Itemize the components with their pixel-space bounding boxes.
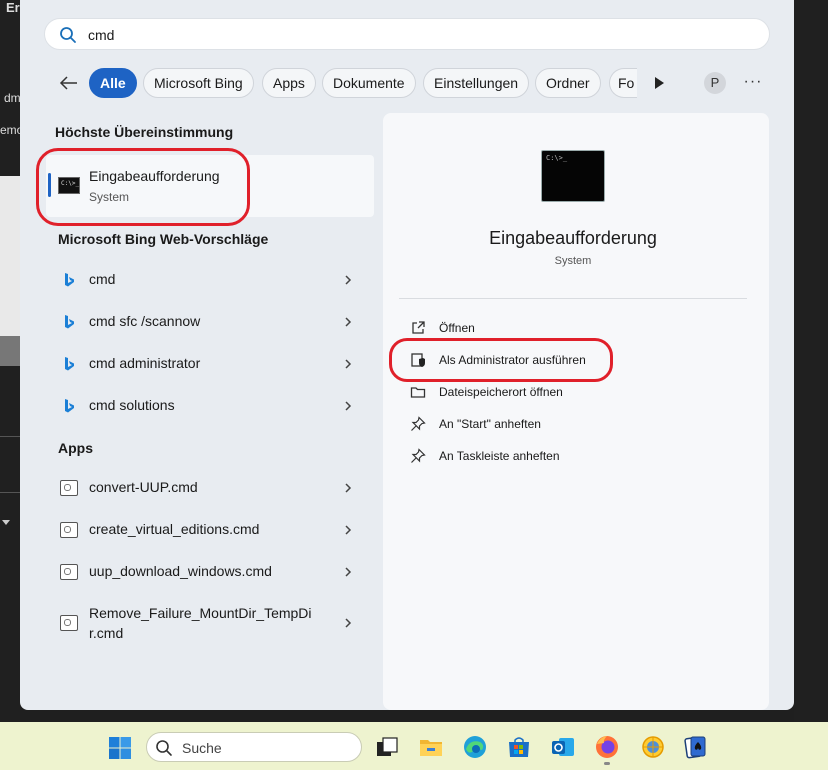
action-pin-to-taskbar[interactable]: An Taskleiste anheften <box>407 444 707 468</box>
annotation-highlight <box>389 338 613 382</box>
app-result-item[interactable]: Remove_Failure_MountDir_TempDi r.cmd <box>46 598 374 648</box>
tab-microsoft-bing[interactable]: Microsoft Bing <box>143 68 254 98</box>
bing-icon <box>65 399 74 413</box>
tab-apps[interactable]: Apps <box>262 68 316 98</box>
start-search-panel: cmd Alle Microsoft Bing Apps Dokumente E… <box>20 0 794 710</box>
running-indicator <box>604 762 610 765</box>
web-suggestion-item[interactable]: cmd <box>46 260 374 300</box>
bing-icon <box>65 357 74 371</box>
folder-icon <box>410 387 426 398</box>
outlook-icon[interactable] <box>550 734 576 760</box>
tab-dokumente[interactable]: Dokumente <box>322 68 416 98</box>
preview-pane: C:\>_ Eingabeaufforderung System Öffnen … <box>383 113 769 710</box>
taskbar: Suche <box>0 722 828 770</box>
background-title-fragment: Er <box>6 0 20 15</box>
annotation-highlight <box>36 148 250 226</box>
web-suggestion-item[interactable]: cmd sfc /scannow <box>46 302 374 342</box>
action-label: An "Start" anheften <box>439 417 541 431</box>
chevron-right-icon <box>345 401 352 411</box>
background-divider <box>0 492 20 493</box>
chevron-right-icon <box>345 317 352 327</box>
chevron-right-icon <box>345 275 352 285</box>
script-file-icon <box>60 564 78 580</box>
web-suggestion-label: cmd solutions <box>89 397 175 413</box>
taskbar-search[interactable]: Suche <box>146 732 362 762</box>
edge-icon[interactable] <box>462 734 488 760</box>
web-suggestions-heading: Microsoft Bing Web-Vorschläge <box>58 231 269 247</box>
search-value: cmd <box>88 27 115 43</box>
file-explorer-icon[interactable] <box>418 734 444 760</box>
bing-icon <box>65 315 74 329</box>
background-panel <box>0 336 20 366</box>
microsoft-store-icon[interactable] <box>506 734 532 760</box>
windows-start-icon[interactable] <box>108 736 132 760</box>
bing-icon <box>65 273 74 287</box>
action-pin-to-start[interactable]: An "Start" anheften <box>407 412 707 436</box>
solitaire-icon[interactable] <box>682 734 708 760</box>
terminal-icon-text: C:\>_ <box>546 154 568 162</box>
web-suggestion-label: cmd administrator <box>89 355 201 371</box>
preview-title: Eingabeaufforderung <box>489 228 657 248</box>
chevron-right-icon <box>345 618 352 628</box>
divider <box>399 298 747 299</box>
action-label: Öffnen <box>439 321 475 335</box>
action-open[interactable]: Öffnen <box>407 316 707 340</box>
apps-heading: Apps <box>58 440 93 456</box>
search-input[interactable]: cmd <box>44 18 770 50</box>
filter-bar: Alle Microsoft Bing Apps Dokumente Einst… <box>20 68 794 98</box>
open-external-icon <box>412 321 425 334</box>
pin-icon <box>411 448 426 463</box>
action-label: Dateispeicherort öffnen <box>439 385 563 399</box>
web-suggestion-label: cmd sfc /scannow <box>89 313 201 329</box>
taskbar-search-label: Suche <box>182 740 222 756</box>
chevron-right-icon <box>345 483 352 493</box>
chevron-right-icon <box>345 567 352 577</box>
script-file-icon <box>60 615 78 631</box>
pin-icon <box>411 416 426 431</box>
firefox-icon[interactable] <box>594 734 620 760</box>
preview-subtitle: System <box>554 255 592 267</box>
action-label: An Taskleiste anheften <box>439 449 560 463</box>
script-file-icon <box>60 522 78 538</box>
chevron-right-icon <box>345 525 352 535</box>
search-icon <box>156 740 172 756</box>
search-icon <box>60 27 76 43</box>
background-panel <box>0 176 20 336</box>
web-suggestion-label: cmd <box>89 271 116 287</box>
app-result-item[interactable]: convert-UUP.cmd <box>46 468 374 508</box>
app-result-label: uup_download_windows.cmd <box>89 563 272 579</box>
app-result-label-line2: r.cmd <box>89 625 124 641</box>
tab-einstellungen[interactable]: Einstellungen <box>423 68 530 98</box>
tab-alle[interactable]: Alle <box>89 68 137 98</box>
background-divider <box>0 436 20 437</box>
caret-down-icon <box>2 520 10 525</box>
more-options-icon[interactable]: ··· <box>742 70 764 96</box>
tab-fotos-truncated[interactable]: Fo <box>609 68 637 98</box>
tab-ordner[interactable]: Ordner <box>535 68 601 98</box>
terminal-icon: C:\>_ <box>541 150 605 202</box>
task-view-icon[interactable] <box>374 734 400 760</box>
avatar[interactable]: P <box>704 72 726 94</box>
app-result-item[interactable]: create_virtual_editions.cmd <box>46 510 374 550</box>
background-window-right <box>794 0 828 722</box>
background-window-left: Er dmi emo <box>0 0 23 722</box>
sun-app-icon[interactable] <box>640 734 666 760</box>
app-result-label: create_virtual_editions.cmd <box>89 521 260 537</box>
app-result-label-line1: Remove_Failure_MountDir_TempDi <box>89 605 312 621</box>
app-result-item[interactable]: uup_download_windows.cmd <box>46 552 374 592</box>
chevron-right-icon <box>345 359 352 369</box>
action-open-file-location[interactable]: Dateispeicherort öffnen <box>407 380 707 404</box>
play-icon[interactable] <box>652 75 666 91</box>
web-suggestion-item[interactable]: cmd solutions <box>46 386 374 426</box>
script-file-icon <box>60 480 78 496</box>
web-suggestion-item[interactable]: cmd administrator <box>46 344 374 384</box>
back-arrow-icon[interactable] <box>56 70 82 96</box>
best-match-heading: Höchste Übereinstimmung <box>55 124 234 140</box>
app-result-label: convert-UUP.cmd <box>89 479 198 495</box>
